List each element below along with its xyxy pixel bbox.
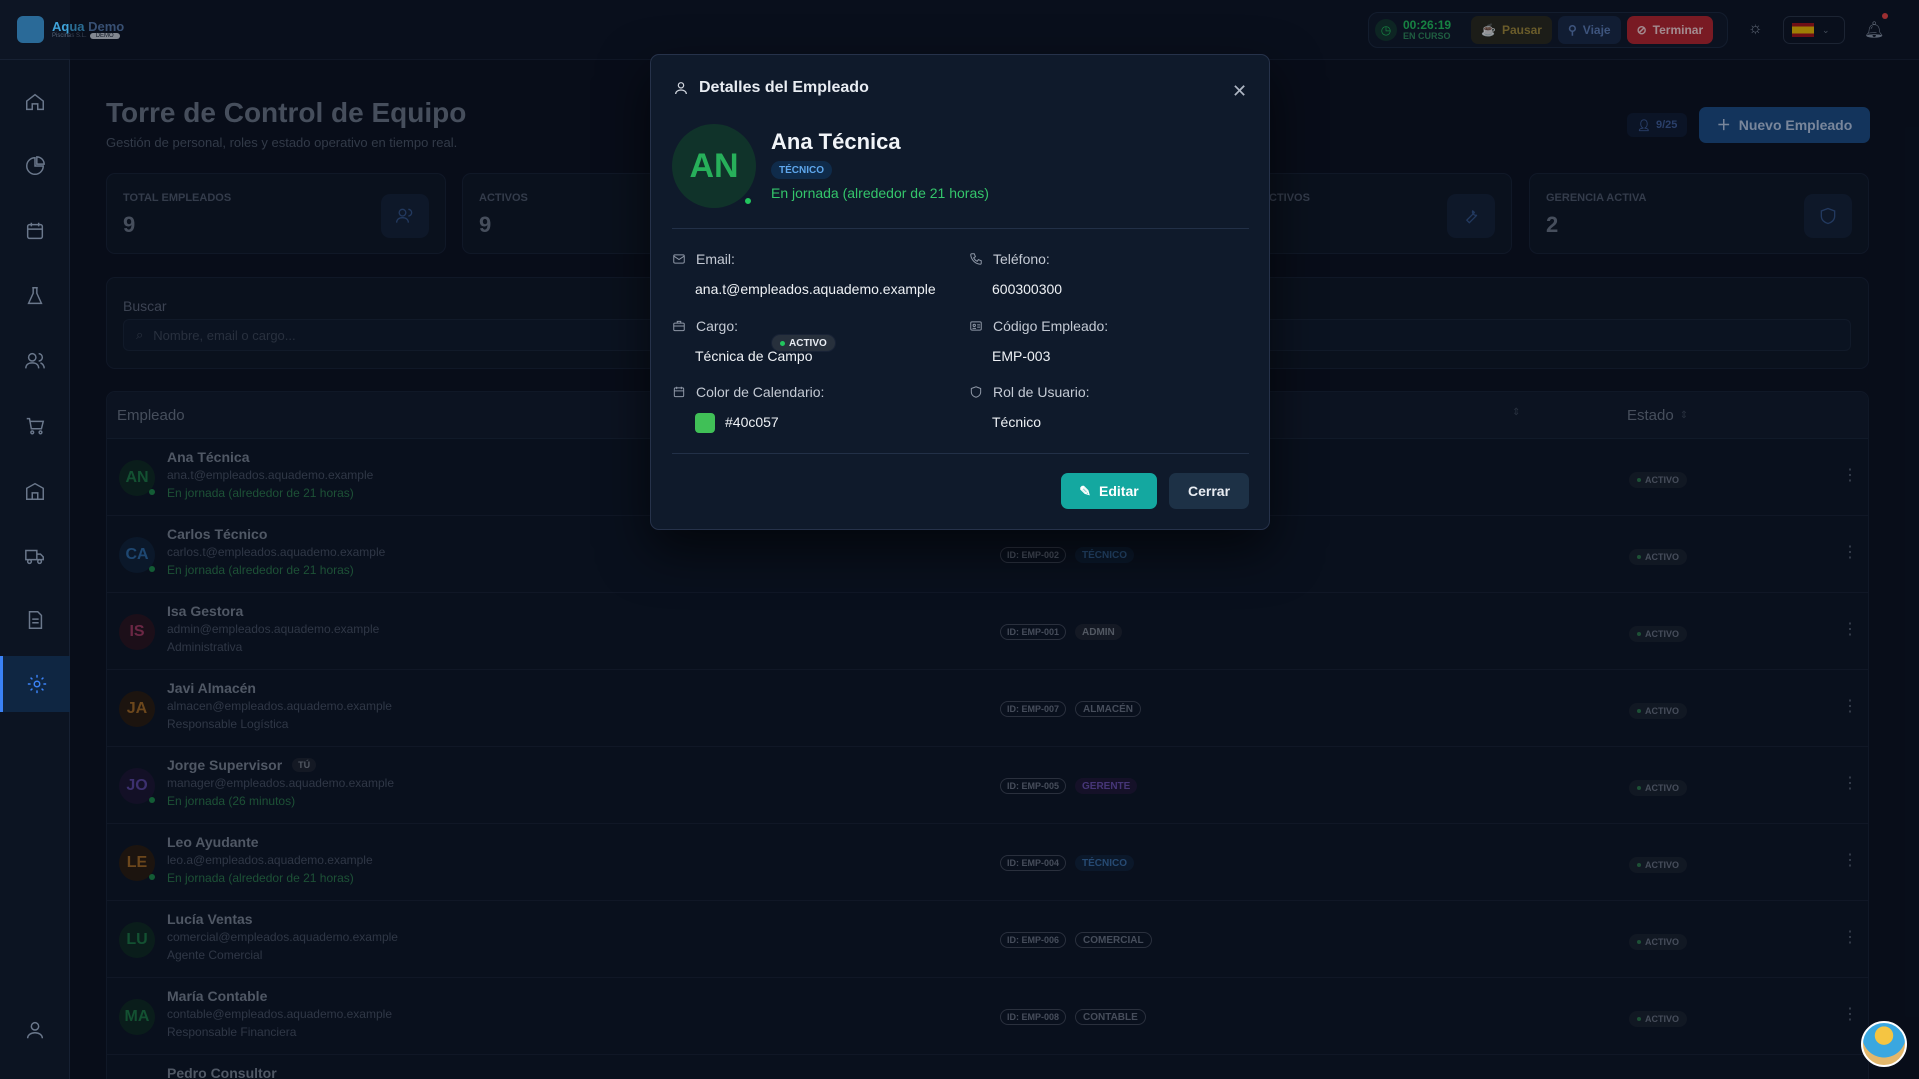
calendar-color-value: #40c057	[725, 414, 779, 430]
employee-code-value: EMP-003	[992, 348, 1051, 364]
cart-icon	[26, 417, 45, 435]
beach-widget-icon[interactable]	[1861, 1021, 1907, 1067]
building-icon	[26, 482, 44, 500]
user-role-label: Rol de Usuario:	[969, 384, 1090, 400]
calendar-icon	[673, 386, 685, 398]
shield-icon	[970, 386, 982, 398]
sidebar-item-documents[interactable]	[0, 592, 70, 648]
modal-title: Detalles del Empleado	[673, 79, 869, 97]
id-card-icon	[970, 321, 982, 331]
phone-label: Teléfono:	[969, 251, 1050, 267]
sidebar	[0, 60, 70, 1079]
divider	[672, 453, 1249, 454]
phone-value: 600300300	[992, 281, 1063, 297]
phone-icon	[970, 253, 982, 265]
email-value: ana.t@empleados.aquademo.example	[695, 281, 936, 297]
online-indicator	[743, 196, 753, 206]
document-icon	[28, 611, 43, 629]
close-icon[interactable]: ✕	[1232, 81, 1247, 102]
sidebar-item-settings[interactable]	[0, 656, 70, 712]
position-label: Cargo:	[672, 318, 738, 334]
flask-icon	[27, 287, 43, 305]
mail-icon	[673, 254, 685, 264]
sidebar-item-profile[interactable]	[0, 1002, 70, 1058]
email-label: Email:	[672, 251, 735, 267]
sidebar-item-reports[interactable]	[0, 138, 70, 194]
user-icon	[26, 1021, 44, 1039]
employee-details-modal: Detalles del Empleado ✕ AN Ana Técnica T…	[650, 54, 1270, 530]
edit-icon: ✎	[1079, 482, 1092, 499]
calendar-icon	[26, 222, 44, 240]
employee-name: Ana Técnica	[771, 129, 901, 154]
user-icon	[675, 82, 687, 95]
avatar: AN	[672, 124, 756, 208]
pie-chart-icon	[26, 156, 45, 175]
employee-shift: En jornada (alrededor de 21 horas)	[771, 185, 989, 201]
sidebar-item-shop[interactable]	[0, 398, 70, 454]
sidebar-item-clients[interactable]	[0, 333, 70, 389]
sidebar-item-calendar[interactable]	[0, 203, 70, 259]
sidebar-item-fleet[interactable]	[0, 528, 70, 584]
users-icon	[25, 352, 45, 369]
calendar-color-label: Color de Calendario:	[672, 384, 824, 400]
employee-tags: TÉCNICO ACTIVO	[771, 161, 836, 352]
employee-code-label: Código Empleado:	[969, 318, 1108, 334]
divider	[672, 228, 1249, 229]
briefcase-icon	[673, 320, 685, 332]
color-swatch	[695, 413, 715, 433]
sidebar-item-home[interactable]	[0, 74, 70, 130]
user-role-value: Técnico	[992, 414, 1042, 430]
sidebar-item-lab[interactable]	[0, 268, 70, 324]
edit-button[interactable]: ✎ Editar	[1061, 473, 1157, 509]
gear-icon	[27, 674, 46, 694]
truck-icon	[25, 549, 44, 565]
role-badge: TÉCNICO	[771, 161, 832, 179]
logo-icon	[17, 16, 44, 43]
sidebar-item-warehouse[interactable]	[0, 463, 70, 519]
home-icon	[26, 93, 44, 111]
close-button[interactable]: Cerrar	[1169, 473, 1249, 509]
position-value: Técnica de Campo	[695, 348, 813, 364]
